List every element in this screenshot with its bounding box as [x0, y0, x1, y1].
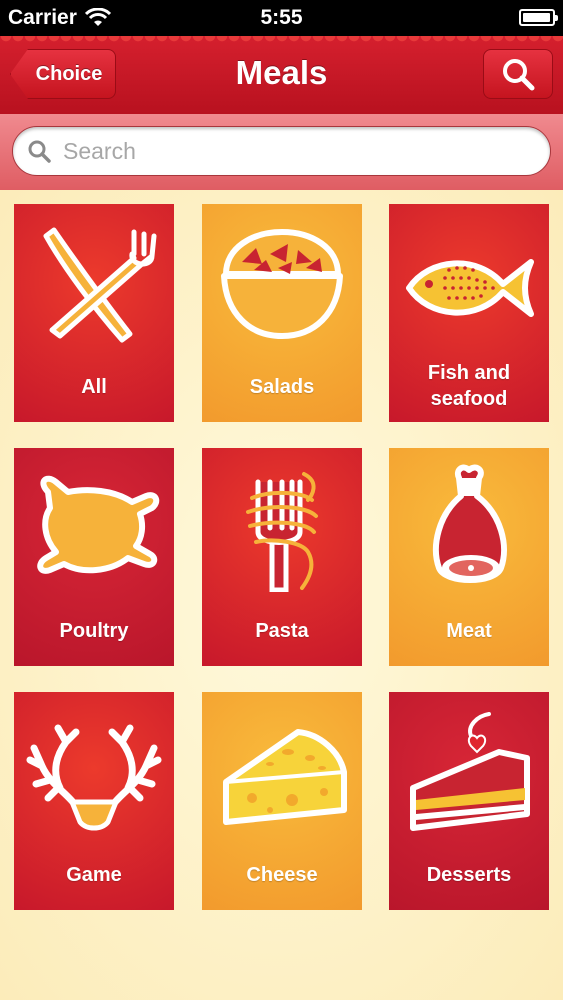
category-cheese[interactable]: Cheese: [202, 692, 362, 910]
search-icon: [503, 59, 535, 91]
fork-knife-icon: [43, 227, 157, 343]
status-time: 5:55: [260, 6, 303, 29]
category-label: All: [81, 376, 107, 398]
category-label: Pasta: [255, 620, 309, 642]
ham-leg-icon: [433, 464, 507, 583]
category-label: Poultry: [59, 620, 129, 642]
fish-icon: [406, 259, 534, 317]
category-label: Game: [66, 864, 122, 886]
magnifier-icon: [28, 140, 51, 163]
category-label: Cheese: [246, 864, 318, 886]
search-bar: [0, 114, 563, 190]
category-label: Desserts: [426, 864, 512, 886]
category-desserts[interactable]: Desserts: [389, 692, 549, 910]
category-label: Salads: [249, 376, 315, 398]
page-title: Meals: [235, 54, 328, 91]
salad-bowl-icon: [221, 228, 343, 339]
scalloped-edge: [0, 36, 563, 44]
cake-slice-icon: [410, 712, 530, 831]
cheese-wedge-icon: [223, 729, 347, 825]
category-grid: All Salads Fish and seafood Poultry Past…: [0, 190, 563, 1000]
antlers-icon: [26, 724, 162, 831]
category-salads[interactable]: Salads: [202, 204, 362, 422]
search-button[interactable]: [483, 49, 553, 99]
navigation-bar: Choice Meals: [0, 36, 563, 114]
roast-chicken-icon: [37, 475, 160, 574]
back-button[interactable]: Choice: [10, 49, 116, 99]
category-game[interactable]: Game: [14, 692, 174, 910]
category-meat[interactable]: Meat: [389, 448, 549, 666]
pasta-fork-icon: [246, 472, 318, 592]
category-pasta[interactable]: Pasta: [202, 448, 362, 666]
search-field[interactable]: [12, 126, 551, 176]
category-all[interactable]: All: [14, 204, 174, 422]
status-bar: Carrier 5:55: [0, 0, 563, 36]
search-input[interactable]: [61, 136, 485, 166]
battery-icon: [519, 9, 558, 26]
category-fish-and-seafood[interactable]: Fish and seafood: [389, 204, 549, 422]
battery-level: [523, 13, 550, 22]
category-poultry[interactable]: Poultry: [14, 448, 174, 666]
category-label: Meat: [446, 620, 492, 642]
category-label: Fish and seafood: [427, 362, 511, 410]
